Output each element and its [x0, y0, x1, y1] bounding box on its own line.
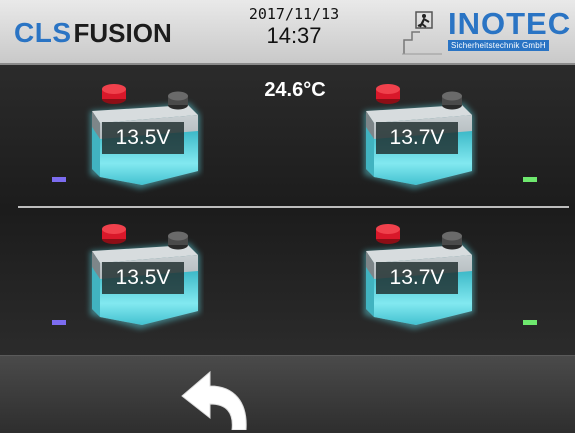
battery-1-status-indicator: [52, 177, 66, 182]
battery-voltage: 13.5V: [102, 122, 184, 154]
current-time: 14:37: [266, 23, 322, 48]
battery-voltage: 13.7V: [376, 122, 458, 154]
inotec-logo: INOTEC Sicherheitstechnik GmbH: [398, 4, 572, 60]
battery-4-status-indicator: [523, 320, 537, 325]
battery-2[interactable]: 13.7V: [356, 77, 478, 195]
date-time-display: 2017/11/13 14:37: [230, 6, 358, 49]
footer-bar: [0, 355, 575, 433]
battery-3-status-indicator: [52, 320, 66, 325]
battery-voltage: 13.5V: [102, 262, 184, 294]
emergency-exit-icon: [402, 11, 442, 55]
brand-cls: CLS: [14, 17, 72, 48]
back-arrow-icon: [181, 370, 247, 431]
cls-fusion-logo: CLS FUSION: [14, 17, 172, 51]
battery-1[interactable]: 13.5V: [82, 77, 204, 195]
battery-4[interactable]: 13.7V: [356, 217, 478, 335]
temperature-readout: 24.6°C: [264, 79, 326, 101]
brand-fusion: FUSION: [73, 18, 172, 48]
back-button[interactable]: [176, 370, 256, 431]
battery-2-status-indicator: [523, 177, 537, 182]
header-bar: CLS FUSION 2017/11/13 14:37 INOTEC Siche…: [0, 0, 575, 65]
control-screen: CLS FUSION 2017/11/13 14:37 INOTEC Siche…: [0, 0, 575, 433]
battery-3[interactable]: 13.5V: [82, 217, 204, 335]
section-divider: [18, 206, 569, 208]
vendor-name: INOTEC: [448, 6, 572, 41]
battery-overview: 24.6°C 13.5V 13.7V 13.5V 13.7V: [0, 65, 575, 355]
vendor-subtitle: Sicherheitstechnik GmbH: [448, 40, 549, 51]
current-date: 2017/11/13: [248, 5, 340, 23]
battery-voltage: 13.7V: [376, 262, 458, 294]
